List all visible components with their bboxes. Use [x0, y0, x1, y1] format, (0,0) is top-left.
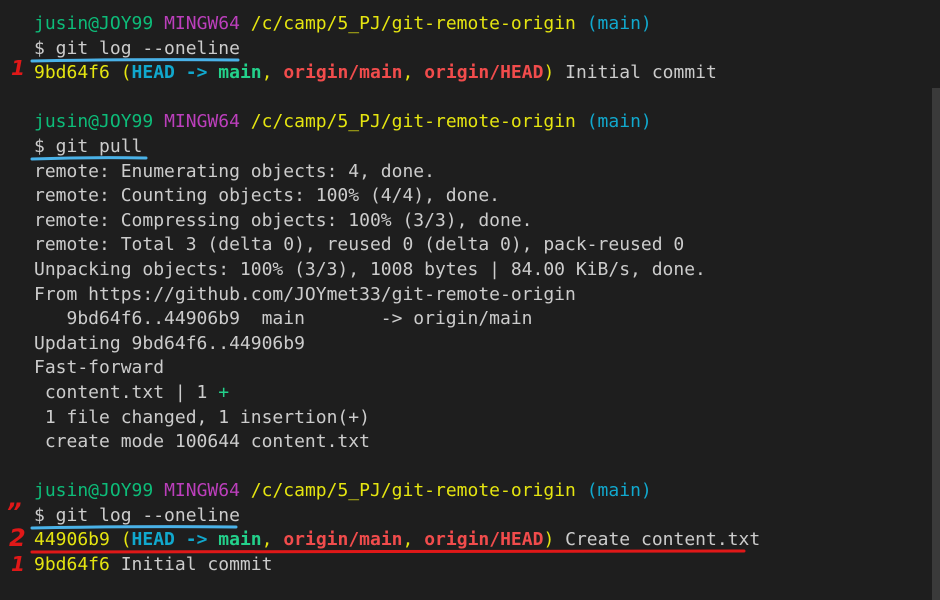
- log-entry: 44906b9 (HEAD -> main, origin/main, orig…: [34, 528, 760, 553]
- annotation-number-1-bottom: 1: [11, 552, 25, 576]
- commit-message: Initial commit: [554, 62, 717, 84]
- prompt-line: jusin@JOY99 MINGW64 /c/camp/5_PJ/git-rem…: [34, 479, 760, 504]
- prompt-user: jusin@JOY99: [34, 13, 154, 34]
- output-line: From https://github.com/JOYmet33/git-rem…: [34, 283, 576, 305]
- command-line: $ git log --oneline: [34, 37, 240, 59]
- ref-arrow: ->: [174, 529, 219, 551]
- ref-arrow: ->: [174, 62, 219, 84]
- prompt-host: MINGW64: [164, 480, 240, 502]
- command-line: $ git pull: [34, 135, 143, 157]
- ref-sep: ,: [402, 529, 425, 551]
- diffstat-line: content.txt | 1 +: [34, 381, 760, 406]
- prompt-branch: (main): [586, 13, 652, 34]
- log-entry: 9bd64f6 Initial commit: [34, 553, 760, 578]
- prompt-branch: (main): [586, 111, 652, 133]
- output-line: 1 file changed, 1 insertion(+): [34, 406, 370, 428]
- prompt-line: jusin@JOY99 MINGW64 /c/camp/5_PJ/git-rem…: [34, 110, 760, 135]
- commit-hash: 9bd64f6: [34, 554, 110, 576]
- annotation-number-1-top: 1: [11, 56, 25, 80]
- ref-remote-branch: origin/main: [283, 62, 403, 84]
- ref-local-branch: main: [218, 62, 262, 84]
- ref-open: (: [109, 529, 132, 551]
- commit-hash: 9bd64f6: [34, 62, 110, 84]
- annotation-number-2: 2: [9, 524, 26, 552]
- prompt-path: /c/camp/5_PJ/git-remote-origin: [250, 111, 576, 133]
- prompt-path: /c/camp/5_PJ/git-remote-origin: [250, 480, 576, 502]
- commit-hash: 44906b9: [34, 529, 110, 551]
- output-line: create mode 100644 content.txt: [34, 431, 370, 453]
- terminal-window[interactable]: jusin@JOY99 MINGW64 /c/camp/5_PJ/git-rem…: [0, 0, 940, 600]
- prompt-host: MINGW64: [164, 111, 240, 133]
- prompt-user: jusin@JOY99: [34, 111, 154, 133]
- output-line: Unpacking objects: 100% (3/3), 1008 byte…: [34, 258, 706, 280]
- output-line: Fast-forward: [34, 357, 165, 379]
- ref-head: HEAD: [131, 529, 175, 551]
- ref-head: HEAD: [131, 62, 175, 84]
- prompt-path: /c/camp/5_PJ/git-remote-origin: [250, 13, 576, 34]
- diffstat-file: content.txt | 1: [34, 381, 219, 403]
- terminal-output: jusin@JOY99 MINGW64 /c/camp/5_PJ/git-rem…: [34, 12, 760, 578]
- commit-message: Create content.txt: [554, 529, 761, 551]
- ref-remote-head: origin/HEAD: [424, 62, 544, 84]
- log-entry: 9bd64f6 (HEAD -> main, origin/main, orig…: [34, 61, 760, 86]
- annotation-ditto: ”: [6, 498, 22, 526]
- ref-open: (: [109, 62, 132, 84]
- diffstat-plus: +: [218, 381, 230, 403]
- output-line: 9bd64f6..44906b9 main -> origin/main: [34, 308, 533, 330]
- ref-sep: ,: [402, 62, 425, 84]
- ref-remote-head: origin/HEAD: [424, 529, 544, 551]
- output-line: Updating 9bd64f6..44906b9: [34, 332, 305, 354]
- commit-message: Initial commit: [109, 554, 273, 576]
- output-line: remote: Enumerating objects: 4, done.: [34, 160, 435, 182]
- ref-sep: ,: [261, 62, 284, 84]
- prompt-line: jusin@JOY99 MINGW64 /c/camp/5_PJ/git-rem…: [34, 12, 760, 37]
- output-line: remote: Counting objects: 100% (4/4), do…: [34, 185, 500, 207]
- prompt-host: MINGW64: [164, 13, 240, 34]
- ref-close: ): [543, 529, 555, 551]
- ref-sep: ,: [261, 529, 284, 551]
- ref-close: ): [543, 62, 555, 84]
- scrollbar[interactable]: [932, 88, 940, 600]
- command-line: $ git log --oneline: [34, 504, 240, 526]
- ref-local-branch: main: [218, 529, 262, 551]
- prompt-user: jusin@JOY99: [34, 480, 154, 502]
- output-line: remote: Compressing objects: 100% (3/3),…: [34, 209, 533, 231]
- output-line: remote: Total 3 (delta 0), reused 0 (del…: [34, 234, 685, 256]
- ref-remote-branch: origin/main: [283, 529, 403, 551]
- prompt-branch: (main): [586, 480, 652, 502]
